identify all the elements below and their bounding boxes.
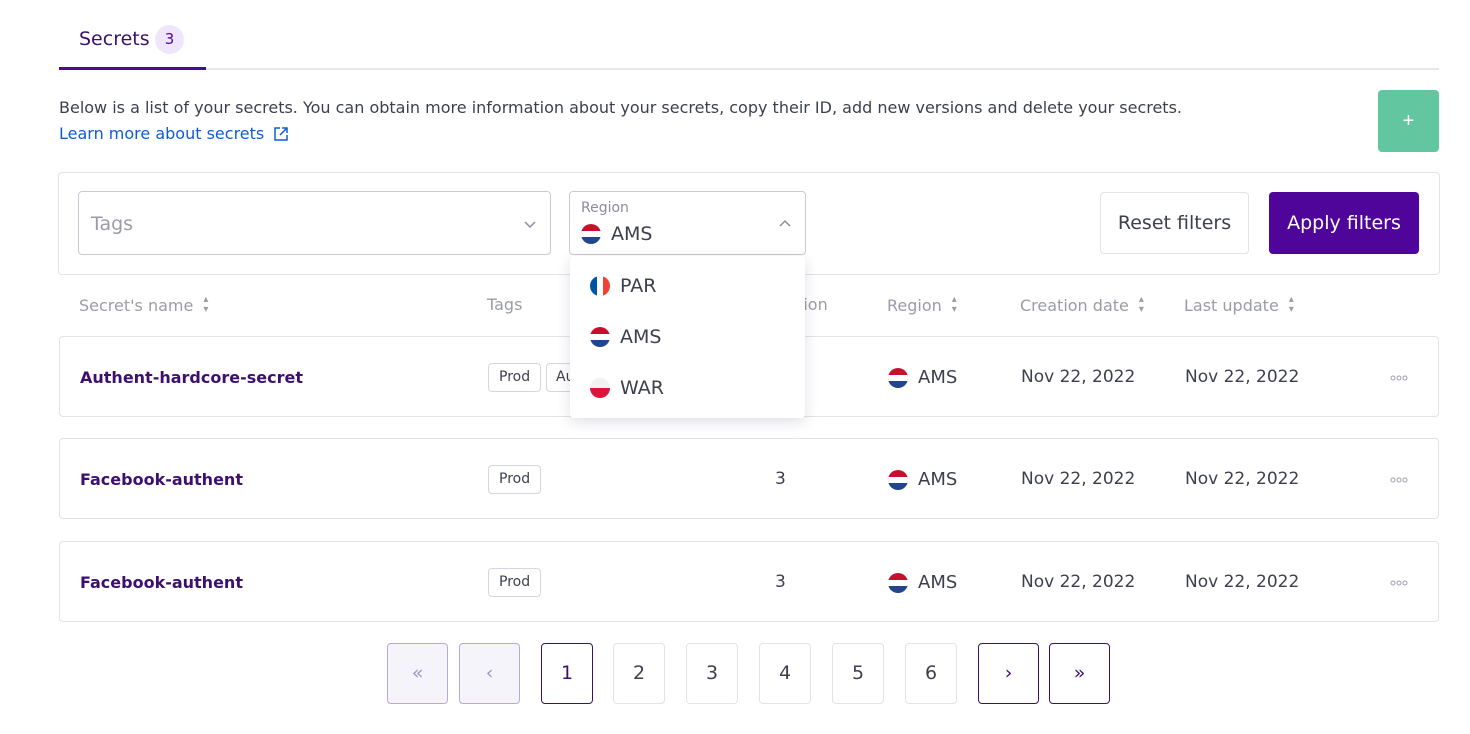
pagination-first-button[interactable]: « — [387, 643, 448, 704]
learn-more-link[interactable]: Learn more about secrets — [59, 124, 289, 143]
flag-netherlands-icon — [888, 469, 908, 490]
secret-region: AMS — [888, 572, 957, 593]
region-option-par[interactable]: PAR — [590, 266, 656, 306]
secret-last-update: Nov 22, 2022 — [1185, 572, 1300, 592]
intro-text: Below is a list of your secrets. You can… — [59, 98, 1182, 117]
add-secret-button[interactable]: + — [1378, 90, 1439, 152]
secret-creation-date: Nov 22, 2022 — [1021, 572, 1136, 592]
tab-secrets[interactable]: Secrets 3 — [59, 0, 206, 70]
column-header-last-update-label: Last update — [1184, 295, 1279, 315]
pagination-next-button[interactable]: › — [978, 643, 1039, 704]
flag-france-icon — [590, 276, 610, 296]
secret-region: AMS — [888, 469, 957, 490]
sort-icon: ▴ ▾ — [1288, 294, 1294, 315]
tab-secrets-count-badge: 3 — [155, 25, 184, 54]
reset-filters-button[interactable]: Reset filters — [1100, 192, 1249, 254]
apply-filters-button[interactable]: Apply filters — [1269, 192, 1419, 254]
flag-netherlands-icon — [590, 327, 610, 347]
tags-filter-placeholder: Tags — [91, 213, 134, 235]
secret-region-text: AMS — [918, 469, 958, 490]
pagination-page-4[interactable]: 4 — [759, 643, 811, 704]
tags-filter-select[interactable]: Tags — [78, 191, 551, 255]
pagination-last-button[interactable]: » — [1049, 643, 1110, 704]
region-option-war[interactable]: WAR — [590, 368, 664, 408]
pagination-page-3[interactable]: 3 — [686, 643, 738, 704]
flag-netherlands-icon — [581, 224, 601, 244]
secret-last-update: Nov 22, 2022 — [1185, 367, 1300, 387]
flag-netherlands-icon — [888, 367, 908, 388]
more-options-icon[interactable] — [1390, 580, 1408, 586]
column-header-tags-label: Tags — [487, 295, 523, 314]
column-header-name-label: Secret's name — [79, 295, 194, 315]
secret-creation-date: Nov 22, 2022 — [1021, 469, 1136, 489]
secret-name[interactable]: Facebook-authent — [80, 470, 243, 489]
column-header-creation-date-label: Creation date — [1020, 295, 1129, 315]
pagination-page-6[interactable]: 6 — [905, 643, 957, 704]
secret-version: 3 — [775, 572, 786, 592]
pagination-prev-button[interactable]: ‹ — [459, 643, 520, 704]
learn-more-label: Learn more about secrets — [59, 124, 265, 143]
region-option-label: WAR — [620, 377, 664, 399]
column-header-last-update[interactable]: Last update ▴ ▾ — [1184, 294, 1294, 315]
region-filter-value: AMS — [581, 223, 652, 245]
region-option-ams[interactable]: AMS — [590, 317, 661, 357]
tab-secrets-label: Secrets — [79, 28, 150, 50]
secret-region: AMS — [888, 367, 957, 388]
region-option-label: AMS — [620, 326, 662, 348]
column-header-creation-date[interactable]: Creation date ▴ ▾ — [1020, 294, 1144, 315]
tag-chip: Prod — [488, 465, 542, 494]
external-link-icon — [274, 126, 288, 141]
chevron-down-icon — [524, 221, 536, 229]
chevron-up-icon — [779, 219, 791, 227]
more-options-icon[interactable] — [1390, 375, 1408, 381]
region-filter-value-text: AMS — [611, 223, 653, 245]
secret-name[interactable]: Facebook-authent — [80, 573, 243, 592]
region-dropdown-menu: PAR AMS WAR — [570, 256, 805, 418]
column-header-region-label: Region — [887, 295, 942, 315]
secret-region-text: AMS — [918, 367, 958, 388]
secret-region-text: AMS — [918, 572, 958, 593]
flag-netherlands-icon — [888, 572, 908, 593]
secret-name[interactable]: Authent-hardcore-secret — [80, 368, 303, 387]
sort-icon: ▴ ▾ — [1138, 294, 1144, 315]
region-filter-select[interactable]: Region AMS — [569, 191, 806, 255]
region-option-label: PAR — [620, 275, 657, 297]
tag-chip: Prod — [488, 363, 542, 392]
pagination-page-5[interactable]: 5 — [832, 643, 884, 704]
tag-chip: Prod — [488, 568, 542, 597]
secret-last-update: Nov 22, 2022 — [1185, 469, 1300, 489]
secret-creation-date: Nov 22, 2022 — [1021, 367, 1136, 387]
sort-icon: ▴ ▾ — [951, 294, 957, 315]
flag-poland-icon — [590, 378, 610, 398]
secret-version: 3 — [775, 469, 786, 489]
tab-bar: Secrets 3 — [59, 0, 1439, 70]
pagination-page-2[interactable]: 2 — [613, 643, 665, 704]
pagination-page-1[interactable]: 1 — [541, 643, 593, 704]
sort-icon: ▴ ▾ — [203, 294, 208, 315]
table-row[interactable]: Facebook-authent Prod 3 AMS Nov 22, 2022… — [59, 541, 1439, 622]
column-header-name[interactable]: Secret's name ▴ ▾ — [79, 294, 208, 315]
column-header-region[interactable]: Region ▴ ▾ — [887, 294, 957, 315]
more-options-icon[interactable] — [1390, 477, 1408, 483]
column-header-tags: Tags — [487, 295, 522, 314]
table-row[interactable]: Facebook-authent Prod 3 AMS Nov 22, 2022… — [59, 438, 1439, 519]
region-filter-label: Region — [581, 200, 629, 216]
